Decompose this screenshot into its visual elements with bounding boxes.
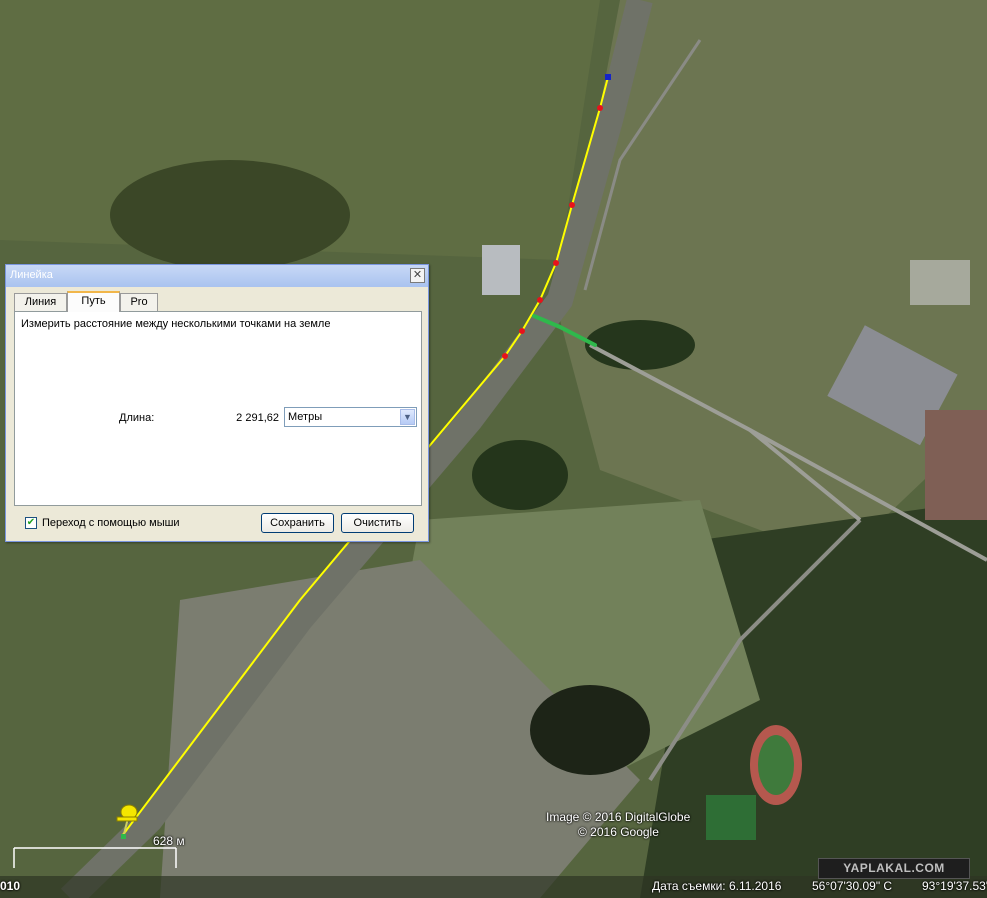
google-copyright: © 2016 Google — [578, 825, 659, 839]
tree-cluster — [472, 440, 568, 510]
stadium-field — [758, 735, 794, 795]
clear-button[interactable]: Очистить — [341, 513, 414, 533]
measure-description: Измерить расстояние между несколькими то… — [21, 318, 331, 330]
chevron-down-icon[interactable]: ▼ — [400, 409, 415, 425]
imagery-date: Дата съемки: 6.11.2016 — [652, 879, 782, 893]
mouse-navigation-label: Переход с помощью мыши — [42, 517, 180, 529]
length-value: 2 291,62 — [236, 412, 279, 424]
tab-path[interactable]: Путь — [67, 291, 120, 312]
dialog-title: Линейка — [10, 269, 53, 281]
unit-select[interactable]: Метры ▼ — [284, 407, 417, 427]
factory-building — [925, 410, 987, 520]
path-start-vertex[interactable] — [605, 74, 611, 80]
status-year-fragment: 010 — [0, 879, 21, 893]
tab-panel: Измерить расстояние между несколькими то… — [14, 311, 422, 506]
path-vertex[interactable] — [537, 297, 543, 303]
sports-field — [706, 795, 756, 840]
wetland — [110, 160, 350, 270]
unit-select-value: Метры — [288, 411, 323, 423]
scale-label: 628 м — [153, 834, 185, 848]
tab-line[interactable]: Линия — [14, 293, 67, 311]
save-button[interactable]: Сохранить — [261, 513, 334, 533]
length-label: Длина: — [119, 412, 155, 424]
building — [910, 260, 970, 305]
path-vertex[interactable] — [502, 353, 508, 359]
longitude-readout: 93°19'37.53" — [922, 879, 987, 893]
ruler-dialog: Линейка ✕ Линия Путь Pro Измерить рассто… — [5, 264, 429, 542]
path-vertex[interactable] — [519, 328, 525, 334]
dialog-titlebar[interactable]: Линейка ✕ — [6, 265, 428, 287]
smoke-shadow — [530, 685, 650, 775]
watermark: YAPLAKAL.COM — [818, 858, 970, 879]
close-icon[interactable]: ✕ — [410, 268, 425, 283]
tree-cluster — [585, 320, 695, 370]
imagery-copyright: Image © 2016 DigitalGlobe — [546, 810, 691, 824]
path-vertex[interactable] — [553, 260, 559, 266]
warehouse — [482, 245, 520, 295]
mouse-navigation-checkbox[interactable]: ✔ — [25, 517, 37, 529]
path-vertex[interactable] — [569, 202, 575, 208]
latitude-readout: 56°07'30.09" С — [812, 879, 893, 893]
path-vertex[interactable] — [597, 105, 603, 111]
tab-pro[interactable]: Pro — [120, 293, 158, 311]
